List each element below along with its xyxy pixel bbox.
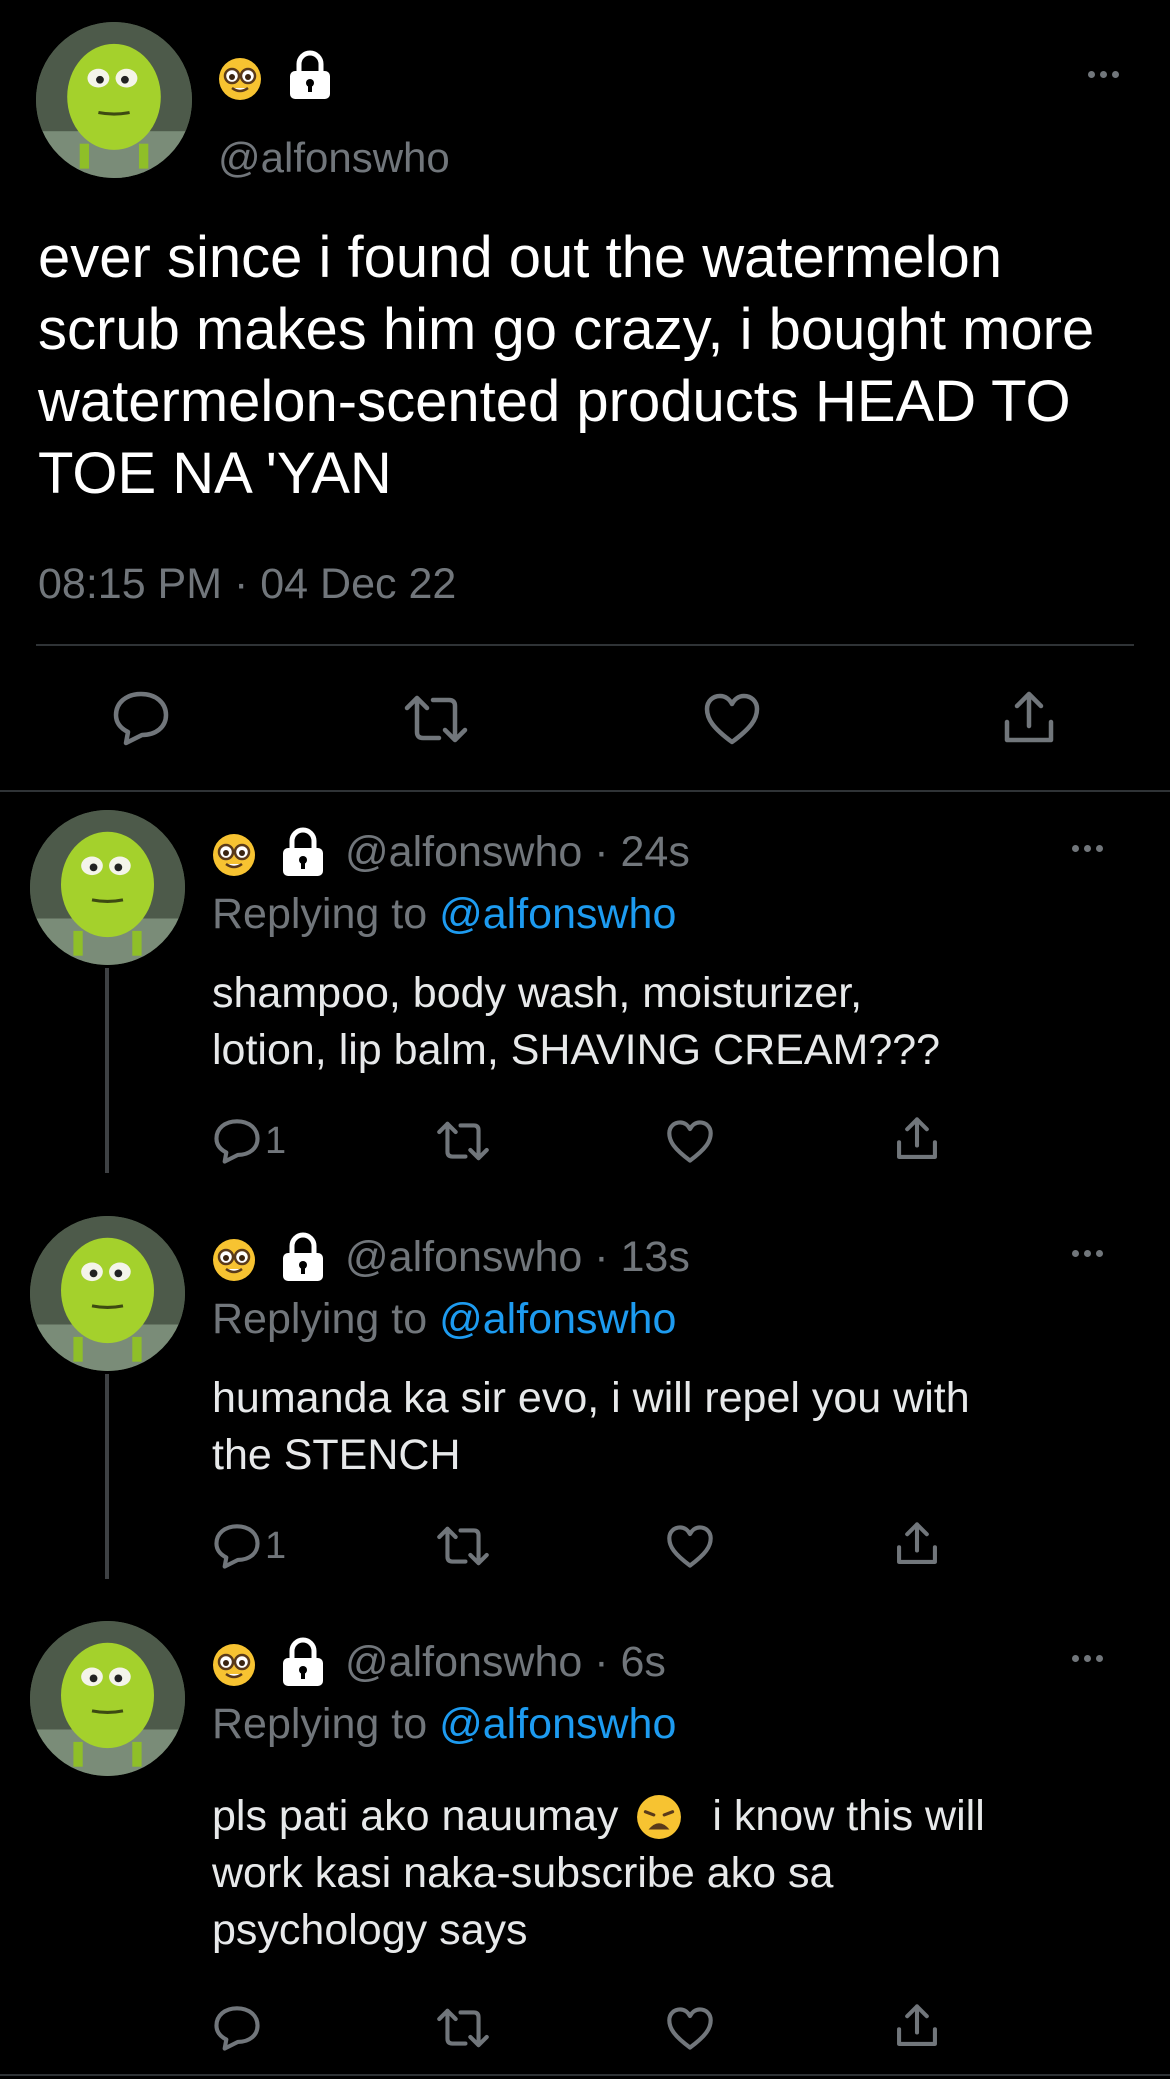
replying-to-link[interactable]: @alfonswho: [439, 890, 676, 938]
lock-icon: [287, 50, 333, 100]
reply-icon: [113, 691, 169, 746]
divider: [0, 790, 1170, 792]
reply-text: pls pati ako nauumay i know this will wo…: [212, 1792, 985, 1954]
reply-time: · 13s: [594, 1233, 690, 1281]
user-handle[interactable]: @alfonswho: [345, 1638, 582, 1686]
nerd-face-emoji: [212, 1238, 256, 1282]
avatar[interactable]: [30, 1621, 185, 1776]
retweet-button[interactable]: [403, 694, 469, 744]
replying-to: Replying to @alfonswho: [212, 1700, 677, 1748]
share-icon: [897, 1117, 937, 1159]
reply-button[interactable]: 1: [213, 1118, 286, 1164]
reply-time: · 24s: [594, 828, 690, 876]
avatar[interactable]: [36, 22, 192, 178]
retweet-icon: [437, 2008, 489, 2048]
like-button[interactable]: [666, 1119, 714, 1164]
avatar[interactable]: [30, 810, 185, 965]
reply-header: @alfonswho · 13s: [345, 1233, 690, 1282]
reply-icon: [214, 2006, 260, 2051]
nerd-face-emoji: [212, 833, 256, 877]
reply-button[interactable]: [213, 2005, 261, 2051]
reply-time: · 6s: [594, 1638, 666, 1686]
like-icon: [667, 2007, 713, 2050]
more-options-icon[interactable]: [1088, 71, 1119, 78]
retweet-icon: [437, 1121, 489, 1161]
retweet-icon: [404, 695, 468, 743]
reply-header: @alfonswho · 6s: [345, 1638, 666, 1687]
more-options-icon[interactable]: [1072, 845, 1103, 852]
user-handle[interactable]: @alfonswho: [345, 828, 582, 876]
reply-icon: [214, 1119, 260, 1164]
like-button[interactable]: [666, 1524, 714, 1569]
lock-icon: [280, 827, 326, 877]
mike-wazowski-avatar-icon: [30, 810, 185, 965]
user-handle[interactable]: @alfonswho: [218, 134, 450, 182]
like-button[interactable]: [666, 2006, 714, 2051]
divider: [36, 644, 1134, 646]
nerd-face-emoji: [218, 57, 262, 101]
reply-text: shampoo, body wash, moisturizer, lotion,…: [212, 969, 941, 1074]
share-button[interactable]: [1002, 690, 1056, 746]
lock-icon: [280, 1637, 326, 1687]
tweet-timestamp: 08:15 PM · 04 Dec 22: [38, 560, 457, 608]
like-icon: [704, 693, 760, 745]
share-icon: [1004, 691, 1054, 743]
share-icon: [897, 2004, 937, 2046]
retweet-button[interactable]: [436, 2007, 490, 2049]
mike-wazowski-avatar-icon: [30, 1216, 185, 1371]
share-button[interactable]: [895, 1116, 939, 1162]
reply-header: @alfonswho · 24s: [345, 828, 690, 877]
like-button[interactable]: [703, 692, 761, 746]
reply-count: 1: [265, 1524, 287, 1567]
like-icon: [667, 1525, 713, 1568]
tweet-text: ever since i found out the watermelon sc…: [38, 225, 1095, 506]
reply-text: humanda ka sir evo, i will repel you wit…: [212, 1374, 970, 1479]
replying-to: Replying to @alfonswho: [212, 1295, 677, 1343]
more-options-icon[interactable]: [1072, 1655, 1103, 1662]
thread-connector: [105, 1374, 109, 1579]
reply-icon: [214, 1524, 260, 1569]
share-icon: [897, 1522, 937, 1564]
thread-connector: [105, 968, 109, 1173]
replying-to: Replying to @alfonswho: [212, 890, 677, 938]
mike-wazowski-avatar-icon: [36, 22, 192, 178]
reply-button[interactable]: [112, 690, 170, 746]
retweet-button[interactable]: [436, 1525, 490, 1567]
retweet-button[interactable]: [436, 1120, 490, 1162]
nerd-face-emoji: [212, 1643, 256, 1687]
user-handle[interactable]: @alfonswho: [345, 1233, 582, 1281]
avatar[interactable]: [30, 1216, 185, 1371]
share-button[interactable]: [895, 2003, 939, 2049]
like-icon: [667, 1120, 713, 1163]
replying-to-link[interactable]: @alfonswho: [439, 1295, 676, 1343]
share-button[interactable]: [895, 1521, 939, 1567]
divider: [0, 2074, 1170, 2076]
lock-icon: [280, 1232, 326, 1282]
weary-face-emoji: [636, 1794, 682, 1840]
retweet-icon: [437, 1526, 489, 1566]
more-options-icon[interactable]: [1072, 1250, 1103, 1257]
replying-to-link[interactable]: @alfonswho: [439, 1700, 676, 1748]
reply-count: 1: [265, 1119, 287, 1162]
mike-wazowski-avatar-icon: [30, 1621, 185, 1776]
reply-button[interactable]: 1: [213, 1523, 286, 1569]
